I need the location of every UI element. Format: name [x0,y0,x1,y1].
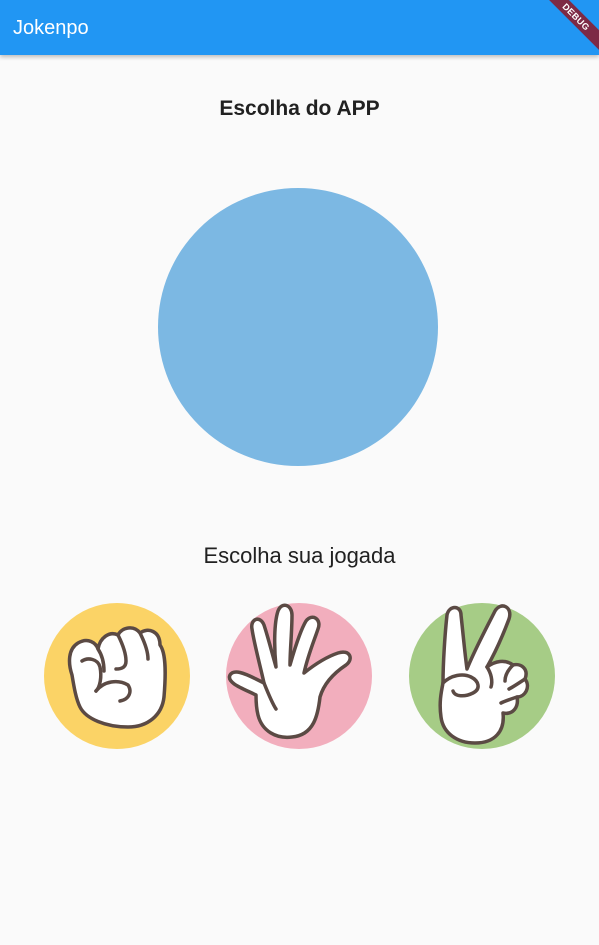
rock-option-button[interactable] [44,603,190,749]
app-bar-title: Jokenpo [13,17,89,39]
paper-option-button[interactable] [226,603,372,749]
app-bar: Jokenpo DEBUG [0,0,599,55]
paper-hand-icon [226,603,372,749]
scissors-option-button[interactable] [409,603,555,749]
app-choice-placeholder [158,188,438,466]
app-choice-title: Escolha do APP [219,97,380,120]
debug-banner: DEBUG [535,0,599,55]
scissors-hand-icon [409,603,555,749]
player-choice-title: Escolha sua jogada [203,543,396,568]
rock-hand-icon [44,603,190,749]
